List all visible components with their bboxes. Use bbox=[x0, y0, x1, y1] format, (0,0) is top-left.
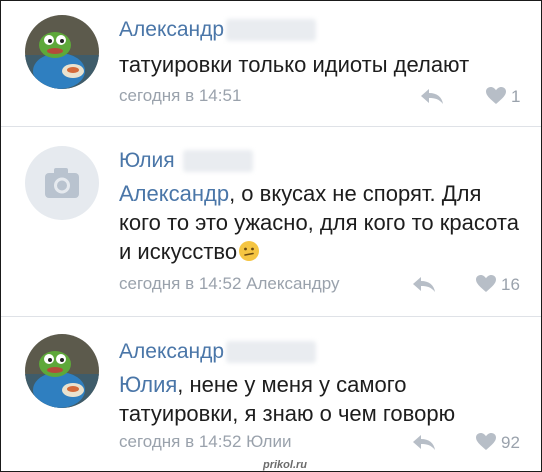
comment-text: Юлия, нене у меня у самого татуировки, я… bbox=[119, 372, 456, 426]
comment-item: Александр татуировки только идиоты делаю… bbox=[1, 1, 541, 126]
reply-arrow-icon[interactable] bbox=[411, 275, 437, 293]
avatar-frog-icon bbox=[25, 334, 99, 408]
avatar[interactable] bbox=[25, 146, 99, 220]
redaction-blur bbox=[182, 150, 253, 173]
author-name[interactable]: Александр bbox=[119, 18, 317, 42]
mention-link[interactable]: Александр bbox=[119, 181, 229, 206]
avatar[interactable] bbox=[25, 15, 99, 89]
like-button[interactable]: 1 bbox=[485, 86, 520, 107]
like-count: 92 bbox=[501, 433, 520, 452]
comment-text: Александр, о вкусах не спорят. Для кого … bbox=[119, 181, 519, 264]
confused-emoji-icon bbox=[239, 241, 260, 261]
camera-icon bbox=[45, 168, 79, 198]
like-button[interactable]: 16 bbox=[475, 274, 520, 295]
avatar-frog-icon bbox=[25, 15, 99, 89]
redaction-blur bbox=[226, 341, 317, 364]
like-count: 1 bbox=[511, 87, 521, 106]
comment-meta: сегодня в 14:51 bbox=[119, 86, 242, 105]
mention-link[interactable]: Юлия bbox=[119, 372, 177, 397]
comment-item: Юлия Александр, о вкусах не спорят. Для … bbox=[1, 127, 541, 316]
heart-icon bbox=[476, 275, 496, 292]
author-name[interactable]: Александр bbox=[119, 340, 317, 364]
author-name[interactable]: Юлия bbox=[119, 149, 253, 173]
like-count: 16 bbox=[501, 275, 520, 294]
redaction-blur bbox=[226, 19, 317, 42]
avatar[interactable] bbox=[25, 334, 99, 408]
heart-icon bbox=[486, 87, 506, 104]
watermark: prikol.ru bbox=[263, 459, 308, 471]
comment-meta: сегодня в 14:52 Юлии bbox=[119, 432, 292, 451]
reply-arrow-icon[interactable] bbox=[419, 87, 445, 105]
comment-item: Александр Юлия, нене у меня у самого тат… bbox=[1, 317, 541, 471]
comment-meta: сегодня в 14:52 Александру bbox=[119, 274, 340, 293]
reply-arrow-icon[interactable] bbox=[411, 433, 437, 451]
like-button[interactable]: 92 bbox=[475, 432, 520, 453]
heart-icon bbox=[476, 433, 496, 450]
comment-text: татуировки только идиоты делают bbox=[119, 52, 470, 77]
